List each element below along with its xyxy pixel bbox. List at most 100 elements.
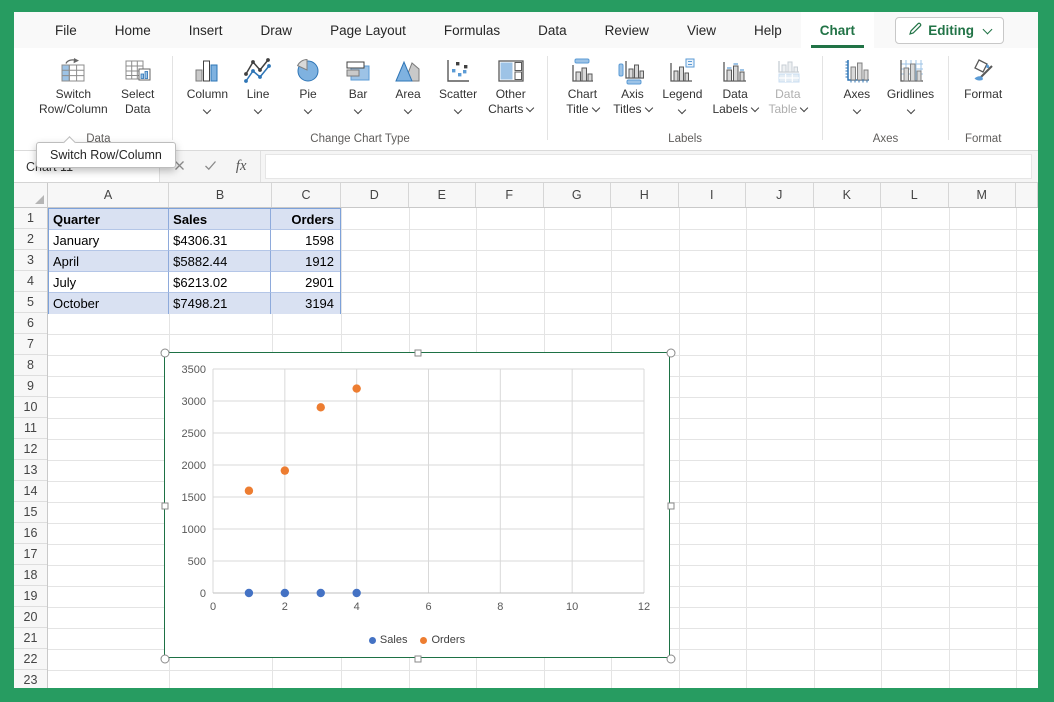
scatter-button[interactable]: Scatter [433, 53, 483, 115]
row-header-12[interactable]: 12 [14, 439, 47, 460]
row-header-22[interactable]: 22 [14, 649, 47, 670]
row-header-9[interactable]: 9 [14, 376, 47, 397]
row-header-5[interactable]: 5 [14, 292, 47, 313]
confirm-icon[interactable] [204, 158, 217, 176]
menu-tab-page-layout[interactable]: Page Layout [311, 12, 425, 48]
embedded-scatter-chart[interactable]: 0500100015002000250030003500024681012 Sa… [164, 352, 670, 658]
cell[interactable]: 3194 [271, 293, 340, 314]
data-point-sales[interactable] [281, 589, 289, 597]
row-header-14[interactable]: 14 [14, 481, 47, 502]
row-header-7[interactable]: 7 [14, 334, 47, 355]
menu-tab-home[interactable]: Home [96, 12, 170, 48]
cell[interactable]: $7498.21 [169, 293, 271, 314]
other-charts-button[interactable]: OtherCharts [483, 53, 538, 118]
column-header-d[interactable]: D [341, 183, 409, 207]
row-header-2[interactable]: 2 [14, 229, 47, 250]
menu-tab-draw[interactable]: Draw [242, 12, 312, 48]
cell[interactable]: July [49, 272, 169, 293]
column-button[interactable]: Column [182, 53, 233, 115]
column-header-k[interactable]: K [814, 183, 882, 207]
editing-mode-button[interactable]: Editing [895, 17, 1004, 44]
chart-resize-handle[interactable] [667, 655, 676, 664]
row-header-10[interactable]: 10 [14, 397, 47, 418]
switch-row-column-button[interactable]: SwitchRow/Column [34, 53, 113, 118]
data-point-sales[interactable] [245, 589, 253, 597]
menu-tab-review[interactable]: Review [586, 12, 668, 48]
cell[interactable]: 1598 [271, 230, 340, 251]
menu-tab-file[interactable]: File [36, 12, 96, 48]
column-header-m[interactable]: M [949, 183, 1017, 207]
chart-resize-handle[interactable] [668, 503, 675, 510]
row-header-16[interactable]: 16 [14, 523, 47, 544]
row-header-4[interactable]: 4 [14, 271, 47, 292]
gridlines-button[interactable]: Gridlines [882, 53, 939, 115]
row-header-21[interactable]: 21 [14, 628, 47, 649]
menu-tab-chart[interactable]: Chart [801, 12, 874, 48]
column-header-l[interactable]: L [881, 183, 949, 207]
legend-entry-orders[interactable]: Orders [420, 634, 465, 646]
cell[interactable]: 2901 [271, 272, 340, 293]
row-header-3[interactable]: 3 [14, 250, 47, 271]
insert-function-icon[interactable]: fx [236, 158, 246, 175]
row-header-20[interactable]: 20 [14, 607, 47, 628]
chart-resize-handle[interactable] [415, 350, 422, 357]
pie-button[interactable]: Pie [283, 53, 333, 115]
menu-tab-formulas[interactable]: Formulas [425, 12, 519, 48]
cell[interactable]: $4306.31 [169, 230, 271, 251]
select-data-button[interactable]: SelectData [113, 53, 163, 118]
column-header-e[interactable]: E [409, 183, 477, 207]
cell[interactable]: Sales [169, 209, 271, 230]
cell[interactable]: April [49, 251, 169, 272]
chart-resize-handle[interactable] [161, 349, 170, 358]
axes-button[interactable]: Axes [832, 53, 882, 115]
menu-tab-help[interactable]: Help [735, 12, 801, 48]
data-point-sales[interactable] [317, 589, 325, 597]
chart-title-button[interactable]: ChartTitle [557, 53, 607, 118]
row-header-15[interactable]: 15 [14, 502, 47, 523]
data-point-orders[interactable] [281, 466, 289, 474]
chart-resize-handle[interactable] [162, 503, 169, 510]
row-header-8[interactable]: 8 [14, 355, 47, 376]
cell[interactable]: $6213.02 [169, 272, 271, 293]
menu-tab-data[interactable]: Data [519, 12, 586, 48]
row-header-23[interactable]: 23 [14, 670, 47, 688]
cell[interactable]: $5882.44 [169, 251, 271, 272]
data-point-orders[interactable] [245, 487, 253, 495]
row-header-19[interactable]: 19 [14, 586, 47, 607]
legend-entry-sales[interactable]: Sales [369, 634, 408, 646]
column-header-j[interactable]: J [746, 183, 814, 207]
row-header-1[interactable]: 1 [14, 208, 47, 229]
chart-resize-handle[interactable] [415, 656, 422, 663]
formula-input[interactable] [265, 154, 1032, 179]
column-header-f[interactable]: F [476, 183, 544, 207]
row-header-11[interactable]: 11 [14, 418, 47, 439]
cell[interactable]: 1912 [271, 251, 340, 272]
column-header-i[interactable]: I [679, 183, 747, 207]
row-header-6[interactable]: 6 [14, 313, 47, 334]
chart-resize-handle[interactable] [161, 655, 170, 664]
data-point-orders[interactable] [352, 384, 360, 392]
data-point-orders[interactable] [317, 403, 325, 411]
axis-titles-button[interactable]: AxisTitles [607, 53, 657, 118]
column-header-a[interactable]: A [48, 183, 169, 207]
bar-button[interactable]: Bar [333, 53, 383, 115]
cell[interactable]: Orders [271, 209, 340, 230]
column-header-g[interactable]: G [544, 183, 612, 207]
column-header-h[interactable]: H [611, 183, 679, 207]
menu-tab-view[interactable]: View [668, 12, 735, 48]
chart-resize-handle[interactable] [667, 349, 676, 358]
data-labels-button[interactable]: DataLabels [707, 53, 762, 118]
column-header-b[interactable]: B [169, 183, 272, 207]
column-header-c[interactable]: C [272, 183, 341, 207]
cell[interactable]: January [49, 230, 169, 251]
select-all-corner[interactable] [14, 183, 48, 207]
legend-button[interactable]: Legend [657, 53, 707, 115]
menu-tab-insert[interactable]: Insert [170, 12, 242, 48]
cell[interactable]: October [49, 293, 169, 314]
row-header-13[interactable]: 13 [14, 460, 47, 481]
column-header-partial[interactable] [1016, 183, 1038, 207]
format-button[interactable]: Format [958, 53, 1008, 104]
row-header-18[interactable]: 18 [14, 565, 47, 586]
cell[interactable]: Quarter [49, 209, 169, 230]
line-button[interactable]: Line [233, 53, 283, 115]
